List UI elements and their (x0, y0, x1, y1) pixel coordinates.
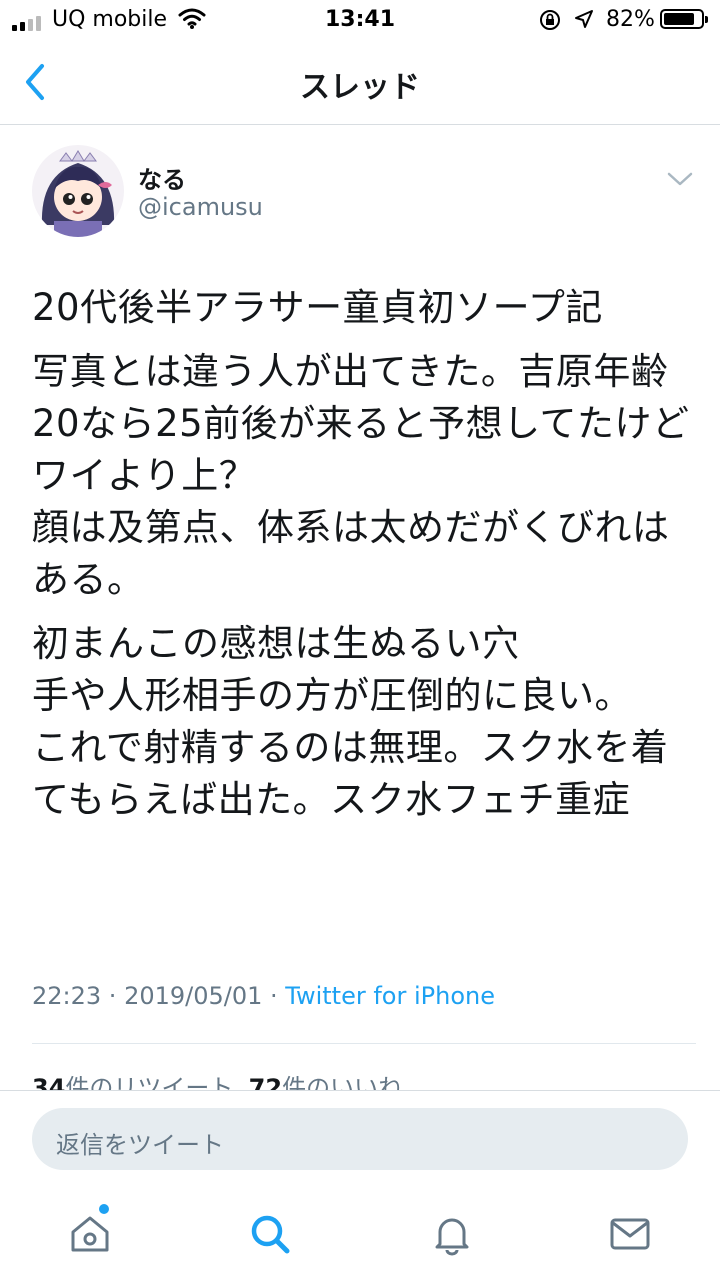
tweet-paragraph: 写真とは違う人が出てきた。吉原年齢20なら25前後が来ると予想してたけどワイより… (32, 350, 690, 601)
author-handle[interactable]: @icamusu (138, 193, 263, 221)
battery-icon (660, 9, 708, 29)
location-icon (574, 9, 594, 33)
home-icon (71, 1216, 109, 1252)
search-icon (251, 1215, 290, 1254)
tweet-paragraph: 20代後半アラサー童貞初ソープ記 (32, 286, 603, 329)
reply-input[interactable]: 返信をツイート (32, 1108, 688, 1170)
navigation-bar: スレッド (0, 40, 720, 125)
tweet-time: 22:23 (32, 982, 102, 1010)
notification-dot (99, 1204, 109, 1214)
tweet-meta: 22:23 · 2019/05/01 · Twitter for iPhone (32, 982, 495, 1010)
page-title: スレッド (300, 70, 420, 105)
tweet-text: 20代後半アラサー童貞初ソープ記 写真とは違う人が出てきた。吉原年齢20なら25… (32, 282, 692, 838)
divider (32, 1043, 696, 1044)
tweet-paragraph: 初まんこの感想は生ぬるい穴 手や人形相手の方が圧倒的に良い。 これで射精するのは… (32, 622, 669, 821)
tweet-date: 2019/05/01 (124, 982, 263, 1010)
tab-messages[interactable] (608, 1212, 652, 1256)
rotation-lock-icon (538, 8, 562, 36)
status-bar: UQ mobile 13:41 82% (0, 0, 720, 40)
tab-bar (0, 1190, 720, 1280)
chevron-down-icon (667, 172, 693, 186)
battery-fill (664, 13, 694, 25)
tab-search[interactable] (248, 1212, 292, 1256)
reply-bar: 返信をツイート (0, 1090, 720, 1191)
tab-home[interactable] (68, 1204, 112, 1256)
tweet-stats: 34件のリツイート 72件のいいね (32, 1068, 402, 1092)
avatar[interactable] (32, 145, 124, 237)
notifications-icon (435, 1218, 469, 1256)
tweet-menu-button[interactable] (666, 170, 694, 192)
messages-icon (610, 1218, 650, 1250)
battery-percent: 82% (606, 7, 655, 32)
author-name[interactable]: なる (138, 160, 186, 195)
tweet-source-link[interactable]: Twitter for iPhone (285, 982, 495, 1010)
tab-notifications[interactable] (430, 1212, 474, 1256)
reply-placeholder: 返信をツイート (56, 1131, 224, 1159)
